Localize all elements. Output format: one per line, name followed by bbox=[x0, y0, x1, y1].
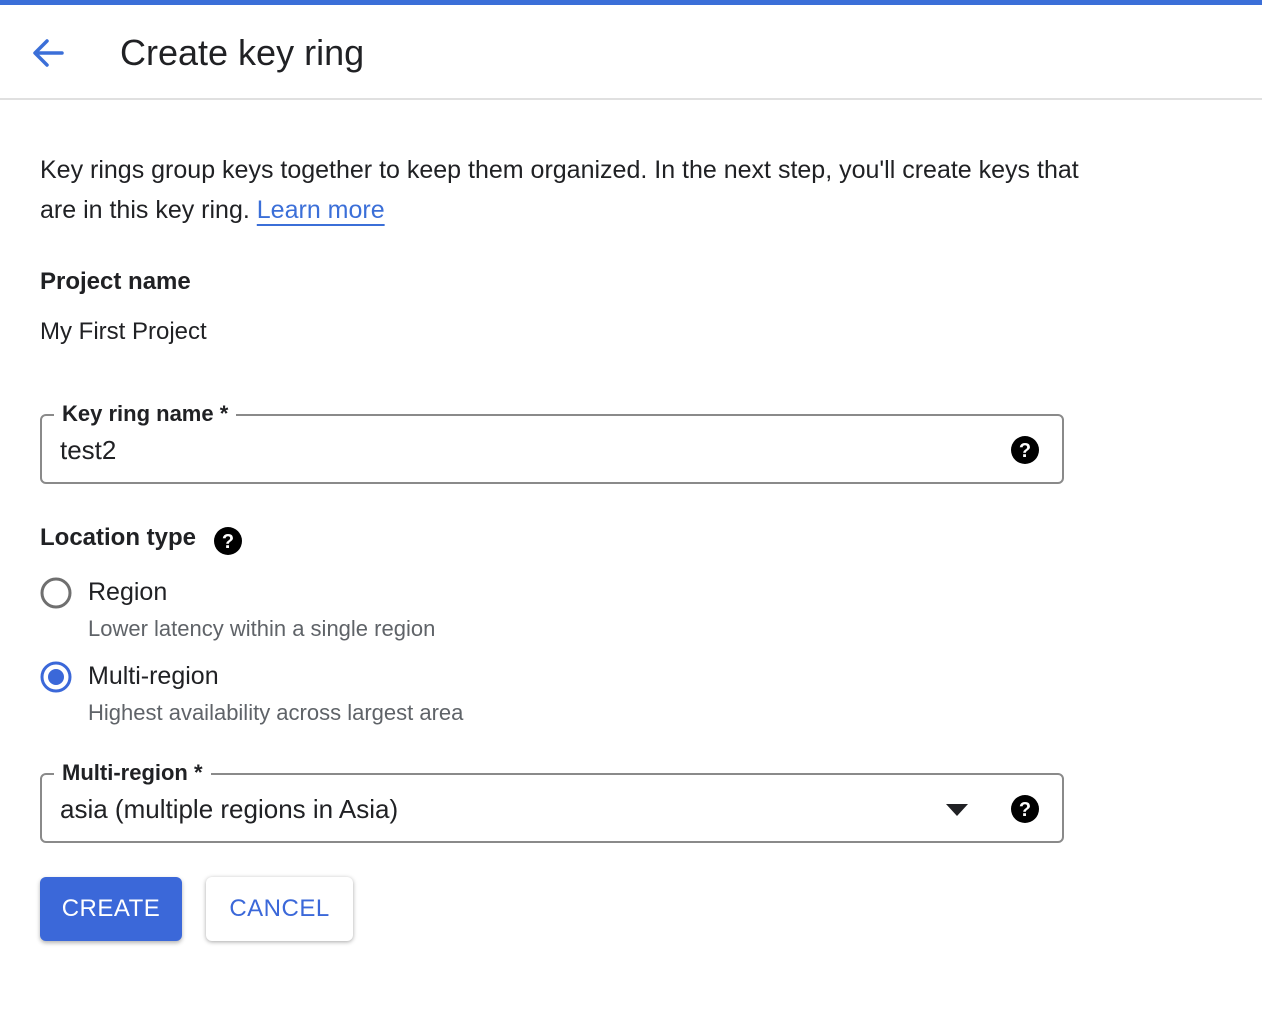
description: Key rings group keys together to keep th… bbox=[40, 150, 1080, 230]
location-type-help-icon[interactable]: ? bbox=[213, 526, 243, 556]
project-name-value: My First Project bbox=[40, 318, 207, 345]
multi-region-label: Multi-region * bbox=[54, 759, 211, 787]
radio-multi-region[interactable] bbox=[40, 661, 72, 693]
radio-region-description: Lower latency within a single region bbox=[88, 616, 436, 641]
key-ring-name-label: Key ring name * bbox=[54, 400, 237, 428]
svg-text:?: ? bbox=[1019, 799, 1031, 821]
svg-text:?: ? bbox=[222, 531, 234, 553]
page-title: Create key ring bbox=[120, 32, 365, 73]
description-text: Key rings group keys together to keep th… bbox=[40, 156, 1079, 224]
key-ring-name-field[interactable]: Key ring name * test2 ? bbox=[40, 400, 1064, 484]
arrow-back-icon bbox=[33, 39, 64, 67]
learn-more-link[interactable]: Learn more bbox=[257, 196, 385, 224]
location-type-label: Location type bbox=[40, 524, 197, 551]
radio-multi-region-label[interactable]: Multi-region bbox=[88, 662, 219, 691]
back-button[interactable] bbox=[28, 33, 68, 73]
help-icon[interactable]: ? bbox=[1010, 794, 1040, 824]
key-ring-name-input[interactable]: test2 bbox=[60, 434, 116, 466]
radio-multi-region-description: Highest availability across largest area bbox=[88, 700, 464, 725]
help-icon[interactable]: ? bbox=[1010, 435, 1040, 465]
multi-region-value[interactable]: asia (multiple regions in Asia) bbox=[60, 793, 398, 825]
project-name-label: Project name bbox=[40, 268, 191, 295]
cancel-button[interactable]: CANCEL bbox=[206, 877, 353, 941]
page-header: Create key ring bbox=[0, 5, 1262, 100]
radio-region[interactable] bbox=[40, 577, 72, 609]
dropdown-arrow-icon[interactable] bbox=[945, 803, 969, 817]
radio-region-label[interactable]: Region bbox=[88, 578, 167, 607]
create-button[interactable]: CREATE bbox=[40, 877, 182, 941]
svg-text:?: ? bbox=[1019, 440, 1031, 462]
multi-region-select[interactable]: Multi-region * asia (multiple regions in… bbox=[40, 759, 1064, 843]
